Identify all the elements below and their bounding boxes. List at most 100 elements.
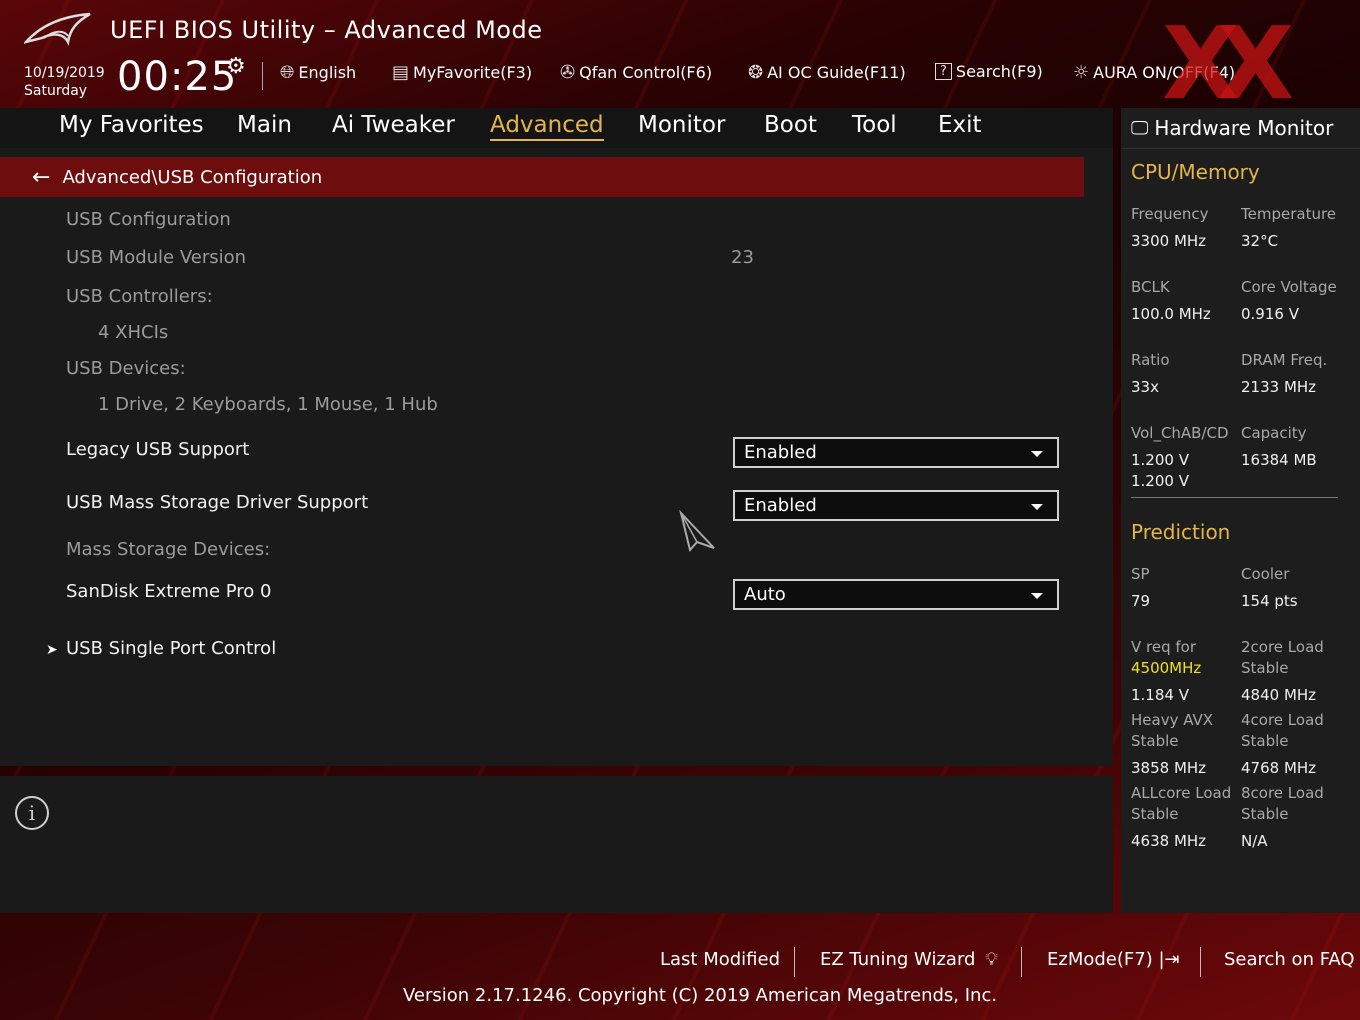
usb-configuration-heading: USB Configuration bbox=[66, 209, 231, 230]
version-copyright-text: Version 2.17.1246. Copyright (C) 2019 Am… bbox=[403, 985, 998, 1006]
core2-load-label-line2: Stable bbox=[1241, 659, 1289, 677]
dram-freq-value: 2133 MHz bbox=[1241, 378, 1317, 396]
hardware-monitor-header: 🖵︎ Hardware Monitor bbox=[1121, 108, 1360, 148]
ezmode-label: EzMode(F7) bbox=[1047, 949, 1153, 970]
core4-load-value: 4768 MHz bbox=[1241, 759, 1317, 777]
tab-main[interactable]: Main bbox=[237, 112, 292, 138]
usb-devices-value: 1 Drive, 2 Keyboards, 1 Mouse, 1 Hub bbox=[98, 394, 438, 415]
tab-advanced[interactable]: Advanced bbox=[490, 112, 604, 141]
vol-chab-value: 1.200 V bbox=[1131, 451, 1189, 469]
divider bbox=[1121, 148, 1360, 149]
globe-icon: 🌐︎ bbox=[280, 62, 295, 83]
app-title: UEFI BIOS Utility – Advanced Mode bbox=[110, 16, 543, 44]
ratio-value: 33x bbox=[1131, 378, 1159, 396]
sandisk-emulation-value: Auto bbox=[744, 584, 786, 605]
mass-storage-devices-label: Mass Storage Devices: bbox=[66, 539, 271, 560]
dram-freq-label: DRAM Freq. bbox=[1241, 351, 1328, 369]
ezmode-button[interactable]: EzMode(F7) |⇥ bbox=[1047, 949, 1180, 970]
language-label: English bbox=[298, 63, 357, 82]
heavy-avx-label: Heavy AVX Stable bbox=[1131, 710, 1213, 752]
capacity-value: 16384 MB bbox=[1241, 451, 1317, 469]
chevron-down-icon bbox=[1031, 504, 1043, 510]
monitor-icon: 🖵︎ bbox=[1131, 117, 1149, 139]
header-divider bbox=[262, 62, 263, 90]
core8-load-value: N/A bbox=[1241, 832, 1268, 850]
vreq-label-text: V req for bbox=[1131, 638, 1197, 656]
ai-oc-guide-button[interactable]: ❂ AI OC Guide(F11) bbox=[748, 62, 906, 83]
chevron-down-icon bbox=[1031, 593, 1043, 599]
usb-controllers-value: 4 XHCIs bbox=[98, 322, 169, 343]
qfan-label: Qfan Control(F6) bbox=[579, 63, 713, 82]
ai-oc-label: AI OC Guide(F11) bbox=[767, 63, 906, 82]
ratio-label: Ratio bbox=[1131, 351, 1170, 369]
bclk-value: 100.0 MHz bbox=[1131, 305, 1211, 323]
allcore-load-label-line2: Stable bbox=[1131, 805, 1179, 823]
fan-icon: ✇ bbox=[560, 62, 576, 83]
legacy-usb-support-value: Enabled bbox=[744, 442, 817, 463]
frequency-label: Frequency bbox=[1131, 205, 1209, 223]
footer-divider bbox=[794, 947, 795, 977]
core4-load-label-line1: 4core Load bbox=[1241, 711, 1324, 729]
submenu-arrow-icon: ➤ bbox=[46, 642, 58, 658]
favorite-list-icon: ▤ bbox=[392, 62, 410, 83]
settings-panel: ← Advanced\USB Configuration USB Configu… bbox=[0, 148, 1113, 766]
chevron-down-icon bbox=[1031, 451, 1043, 457]
sandisk-device-label: SanDisk Extreme Pro 0 bbox=[66, 581, 272, 602]
core-voltage-label: Core Voltage bbox=[1241, 278, 1337, 296]
tab-boot[interactable]: Boot bbox=[764, 112, 817, 138]
myfavorite-label: MyFavorite(F3) bbox=[413, 63, 533, 82]
usb-module-version-label: USB Module Version bbox=[66, 247, 247, 268]
heavy-avx-value: 3858 MHz bbox=[1131, 759, 1207, 777]
allcore-load-value: 4638 MHz bbox=[1131, 832, 1207, 850]
watermark-xx-logo: XX bbox=[1162, 5, 1294, 122]
myfavorite-button[interactable]: ▤ MyFavorite(F3) bbox=[392, 62, 532, 83]
date-text: 10/19/2019 bbox=[24, 65, 105, 81]
core4-load-label: 4core Load Stable bbox=[1241, 710, 1324, 752]
rog-logo-icon bbox=[24, 12, 91, 46]
core2-load-value: 4840 MHz bbox=[1241, 686, 1317, 704]
tab-ai-tweaker[interactable]: Ai Tweaker bbox=[332, 112, 455, 138]
footer-divider bbox=[1021, 947, 1022, 977]
core8-load-label-line1: 8core Load bbox=[1241, 784, 1324, 802]
header-bar: UEFI BIOS Utility – Advanced Mode 10/19/… bbox=[0, 0, 1360, 114]
cooler-label: Cooler bbox=[1241, 565, 1290, 583]
qfan-control-button[interactable]: ✇ Qfan Control(F6) bbox=[560, 62, 712, 83]
usb-mass-storage-driver-dropdown[interactable]: Enabled bbox=[733, 490, 1059, 521]
vreq-frequency: 4500MHz bbox=[1131, 659, 1202, 677]
ez-tuning-wizard-button[interactable]: EZ Tuning Wizard 💡︎ bbox=[820, 949, 998, 970]
heavy-avx-label-line1: Heavy AVX bbox=[1131, 711, 1214, 729]
last-modified-button[interactable]: Last Modified bbox=[660, 949, 780, 970]
clock-time: 00:25 bbox=[117, 54, 238, 100]
sp-value: 79 bbox=[1131, 592, 1151, 610]
core2-load-label-line1: 2core Load bbox=[1241, 638, 1324, 656]
clock-settings-gear-icon[interactable]: ⚙ bbox=[226, 54, 246, 79]
date-display: 10/19/2019 Saturday bbox=[24, 64, 105, 100]
info-icon: i bbox=[15, 796, 49, 830]
core-voltage-value: 0.916 V bbox=[1241, 305, 1299, 323]
search-on-faq-button[interactable]: Search on FAQ bbox=[1224, 949, 1355, 970]
back-arrow-icon[interactable]: ← bbox=[32, 165, 50, 190]
legacy-usb-support-dropdown[interactable]: Enabled bbox=[733, 437, 1059, 468]
breadcrumb[interactable]: ← Advanced\USB Configuration bbox=[0, 157, 1084, 197]
vreq-value: 1.184 V bbox=[1131, 686, 1189, 704]
ez-tuning-wizard-label: EZ Tuning Wizard bbox=[820, 949, 976, 970]
tab-monitor[interactable]: Monitor bbox=[638, 112, 725, 138]
usb-mass-storage-driver-value: Enabled bbox=[744, 495, 817, 516]
language-button[interactable]: 🌐︎ English bbox=[280, 62, 356, 83]
search-help-icon: ? bbox=[935, 63, 952, 80]
tab-my-favorites[interactable]: My Favorites bbox=[59, 112, 204, 138]
frequency-value: 3300 MHz bbox=[1131, 232, 1207, 250]
usb-devices-label: USB Devices: bbox=[66, 358, 186, 379]
usb-single-port-control-link[interactable]: USB Single Port Control bbox=[66, 638, 276, 659]
vol-chab-cd-label: Vol_ChAB/CD bbox=[1131, 424, 1229, 442]
capacity-label: Capacity bbox=[1241, 424, 1307, 442]
search-button[interactable]: ? Search(F9) bbox=[935, 62, 1043, 81]
tab-tool[interactable]: Tool bbox=[852, 112, 897, 138]
sandisk-emulation-dropdown[interactable]: Auto bbox=[733, 579, 1059, 610]
tab-exit[interactable]: Exit bbox=[938, 112, 982, 138]
bclk-label: BCLK bbox=[1131, 278, 1170, 296]
search-label: Search(F9) bbox=[955, 62, 1043, 81]
exit-to-ezmode-icon: |⇥ bbox=[1158, 949, 1180, 970]
legacy-usb-support-label: Legacy USB Support bbox=[66, 439, 250, 460]
main-tab-bar: My Favorites Main Ai Tweaker Advanced Mo… bbox=[0, 108, 1113, 148]
